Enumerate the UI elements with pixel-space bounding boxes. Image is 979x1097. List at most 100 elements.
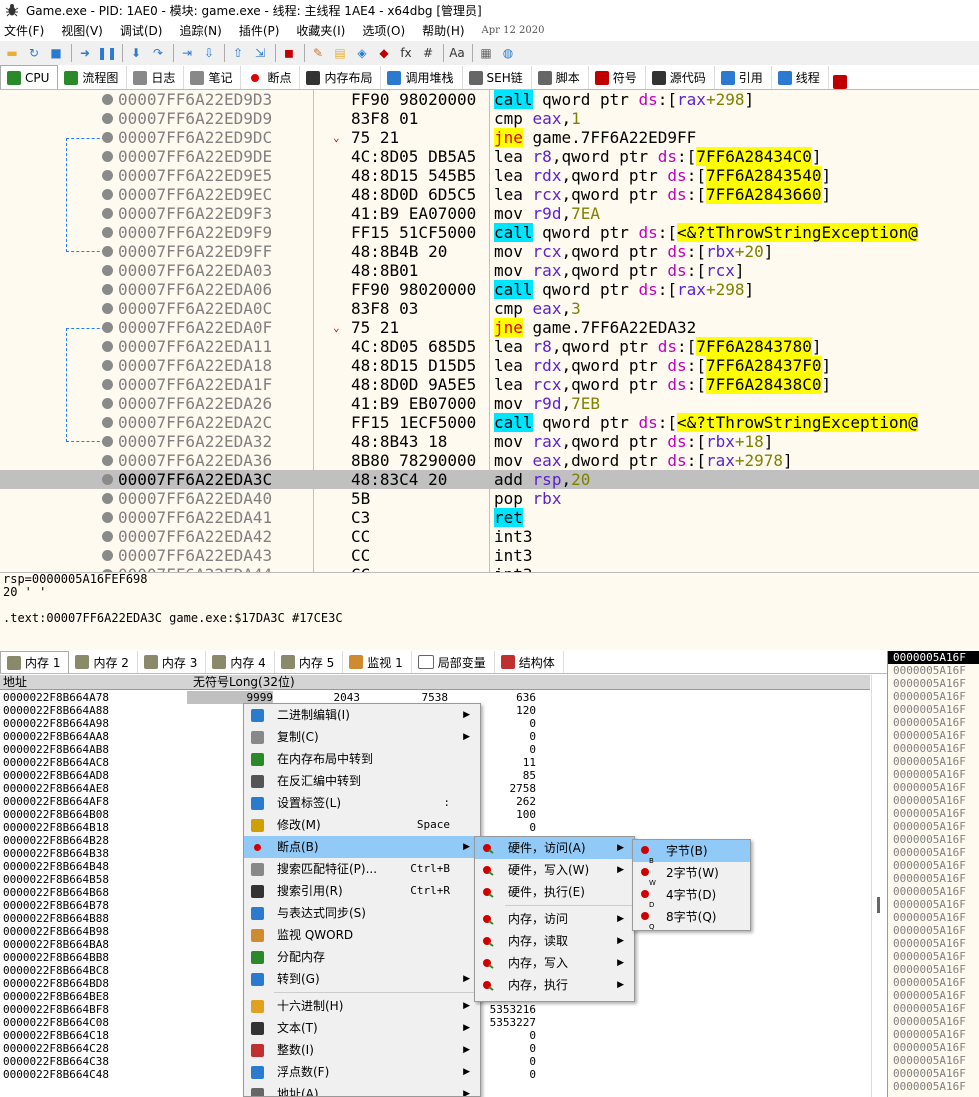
tab-threads[interactable]: 线程	[772, 66, 829, 89]
breakpoint-dot-icon[interactable]	[102, 398, 113, 409]
breakpoint-dot-icon[interactable]	[102, 550, 113, 561]
breakpoint-dot-icon[interactable]	[102, 246, 113, 257]
disasm-row[interactable]: 00007FF6A22EDA44 CCint3	[0, 565, 979, 572]
menu-item[interactable]: W 2字节(W)	[633, 862, 750, 887]
breakpoint-dot-icon[interactable]	[102, 113, 113, 124]
tab-notes[interactable]: 笔记	[184, 66, 242, 89]
bookmark-icon[interactable]: ◆	[374, 43, 394, 63]
breakpoint-dot-icon[interactable]	[102, 189, 113, 200]
tab-locals[interactable]: 局部变量	[412, 651, 495, 673]
stack-view[interactable]: 0000005A16F 0000005A16F 0000005A16F 000000…	[887, 651, 979, 1097]
tab-references[interactable]: 引用	[715, 66, 772, 89]
dump-scrollbar[interactable]	[871, 675, 887, 1097]
menu-item[interactable]: 在反汇编中转到	[244, 770, 480, 792]
breakpoint-dot-icon[interactable]	[102, 151, 113, 162]
tab-struct[interactable]: 结构体	[495, 651, 564, 673]
menu-item[interactable]: 搜索匹配特征(P)... Ctrl+B	[244, 858, 480, 880]
stack-row[interactable]: 0000005A16F	[888, 833, 979, 846]
menu-item[interactable]: 硬件，执行(E)	[475, 881, 634, 903]
tab-memory-5[interactable]: 内存 5	[275, 651, 344, 673]
menu-item[interactable]: B 字节(B)	[633, 840, 750, 865]
tab-memory-1[interactable]: 内存 1	[0, 651, 70, 673]
breakpoint-dot-icon[interactable]	[102, 341, 113, 352]
disasm-row[interactable]: 00007FF6A22ED9DC ⌄ 75 21 jne game.7FF6A22ED…	[0, 128, 979, 147]
stack-row[interactable]: 0000005A16F	[888, 1002, 979, 1015]
disasm-row[interactable]: 00007FF6A22EDA26 41:B9 EB07000 mov r9d,7EB	[0, 394, 979, 413]
step-into-icon[interactable]: ⬇	[126, 43, 146, 63]
stack-row[interactable]: 0000005A16F	[888, 807, 979, 820]
execute-till-return-icon[interactable]: ⇧	[228, 43, 248, 63]
menu-item[interactable]: 内存，写入 ▶	[475, 952, 634, 974]
stack-row[interactable]: 0000005A16F	[888, 664, 979, 677]
menu-item[interactable]: 与表达式同步(S)	[244, 902, 480, 924]
disasm-row[interactable]: 00007FF6A22ED9D9 83F8 01 cmp eax,1	[0, 109, 979, 128]
stack-row[interactable]: 0000005A16F	[888, 859, 979, 872]
column-type[interactable]: 无符号Long(32位)	[193, 675, 295, 690]
disasm-row[interactable]: 00007FF6A22EDA32 48:8B43 18 mov rax,qword …	[0, 432, 979, 451]
breakpoint-dot-icon[interactable]	[102, 474, 113, 485]
stack-row[interactable]: 0000005A16F	[888, 911, 979, 924]
tab-symbols[interactable]: 符号	[589, 66, 646, 89]
column-address[interactable]: 地址	[3, 675, 27, 690]
breakpoint-dot-icon[interactable]	[102, 512, 113, 523]
open-icon[interactable]: ▬	[2, 43, 22, 63]
stack-row[interactable]: 0000005A16F	[888, 1054, 979, 1067]
tab-memory-4[interactable]: 内存 4	[206, 651, 275, 673]
disasm-row[interactable]: 00007FF6A22EDA11 4C:8D05 685D5 lea r8,qwor…	[0, 337, 979, 356]
disasm-row[interactable]: 00007FF6A22EDA2C FF15 1ECF5000 call qword …	[0, 413, 979, 432]
stack-row[interactable]: 0000005A16F	[888, 768, 979, 781]
breakpoint-dot-icon[interactable]	[102, 170, 113, 181]
disasm-row[interactable]: 00007FF6A22ED9EC 48:8D0D 6D5C5 lea rcx,qwo…	[0, 185, 979, 204]
disasm-row[interactable]: 00007FF6A22EDA3C 48:83C4 20 add rsp,20	[0, 470, 979, 489]
menu-item[interactable]: 搜索引用(R) Ctrl+R	[244, 880, 480, 902]
comment-icon[interactable]: ▤	[330, 43, 350, 63]
tab-cpu[interactable]: CPU	[0, 65, 59, 89]
tab-memory-2[interactable]: 内存 2	[69, 651, 138, 673]
breakpoint-dot-icon[interactable]	[102, 132, 113, 143]
script-icon[interactable]: ◼	[279, 43, 299, 63]
stack-row[interactable]: 0000005A16F	[888, 677, 979, 690]
stack-row[interactable]: 0000005A16F	[888, 963, 979, 976]
breakpoint-dot-icon[interactable]	[102, 531, 113, 542]
breakpoint-dot-icon[interactable]	[102, 417, 113, 428]
breakpoint-dot-icon[interactable]	[102, 94, 113, 105]
menu-item[interactable]: 监视 QWORD	[244, 924, 480, 946]
breakpoint-dot-icon[interactable]	[102, 436, 113, 447]
tab-seh[interactable]: SEH链	[463, 66, 532, 89]
stack-row[interactable]: 0000005A16F	[888, 729, 979, 742]
disasm-row[interactable]: 00007FF6A22EDA1F 48:8D0D 9A5E5 lea rcx,qwo…	[0, 375, 979, 394]
disasm-row[interactable]: 00007FF6A22EDA40 5B pop rbx	[0, 489, 979, 508]
menu-item[interactable]: 十六进制(H) ▶	[244, 995, 480, 1017]
stack-row[interactable]: 0000005A16F	[888, 937, 979, 950]
stack-row[interactable]: 0000005A16F	[888, 976, 979, 989]
menu-item[interactable]: Q 8字节(Q)	[633, 906, 750, 931]
breakpoint-dot-icon[interactable]	[102, 455, 113, 466]
stack-row[interactable]: 0000005A16F	[888, 1080, 979, 1093]
disasm-row[interactable]: 00007FF6A22EDA42 CC int3	[0, 527, 979, 546]
disasm-row[interactable]: 00007FF6A22EDA41 C3 ret	[0, 508, 979, 527]
disasm-row[interactable]: 00007FF6A22EDA06 FF90 98020000 call qword …	[0, 280, 979, 299]
menu-item[interactable]: 在内存布局中转到	[244, 748, 480, 770]
skip-icon[interactable]: ⇲	[250, 43, 270, 63]
menu-item[interactable]: 内存，执行 ▶	[475, 974, 634, 996]
disasm-row[interactable]: 00007FF6A22EDA0F ⌄ 75 21 jne game.7FF6A22ED…	[0, 318, 979, 337]
disassembly-view[interactable]: 00007FF6A22ED9D3 FF90 98020000 call qword …	[0, 90, 979, 572]
step-over-icon[interactable]: ↷	[148, 43, 168, 63]
stack-row[interactable]: 0000005A16F	[888, 846, 979, 859]
function-icon[interactable]: fx	[396, 43, 416, 63]
breakpoint-dot-icon[interactable]	[102, 379, 113, 390]
disasm-row[interactable]: 00007FF6A22ED9E5 48:8D15 545B5 lea rdx,qwo…	[0, 166, 979, 185]
stack-row[interactable]: 0000005A16F	[888, 872, 979, 885]
stop-icon[interactable]: ■	[46, 43, 66, 63]
menu-item[interactable]: 视图(V)	[61, 22, 103, 39]
hash-icon[interactable]: #	[418, 43, 438, 63]
disasm-row[interactable]: 00007FF6A22ED9F9 FF15 51CF5000 call qword …	[0, 223, 979, 242]
stack-row[interactable]: 0000005A16F	[888, 690, 979, 703]
tab-memory-map[interactable]: 内存布局	[300, 66, 382, 89]
globe-icon[interactable]: ◍	[498, 43, 518, 63]
breakpoint-dot-icon[interactable]	[102, 265, 113, 276]
stack-row[interactable]: 0000005A16F	[888, 1028, 979, 1041]
breakpoint-dot-icon[interactable]	[102, 360, 113, 371]
menu-item[interactable]: D 4字节(D)	[633, 884, 750, 909]
stack-row[interactable]: 0000005A16F	[888, 794, 979, 807]
